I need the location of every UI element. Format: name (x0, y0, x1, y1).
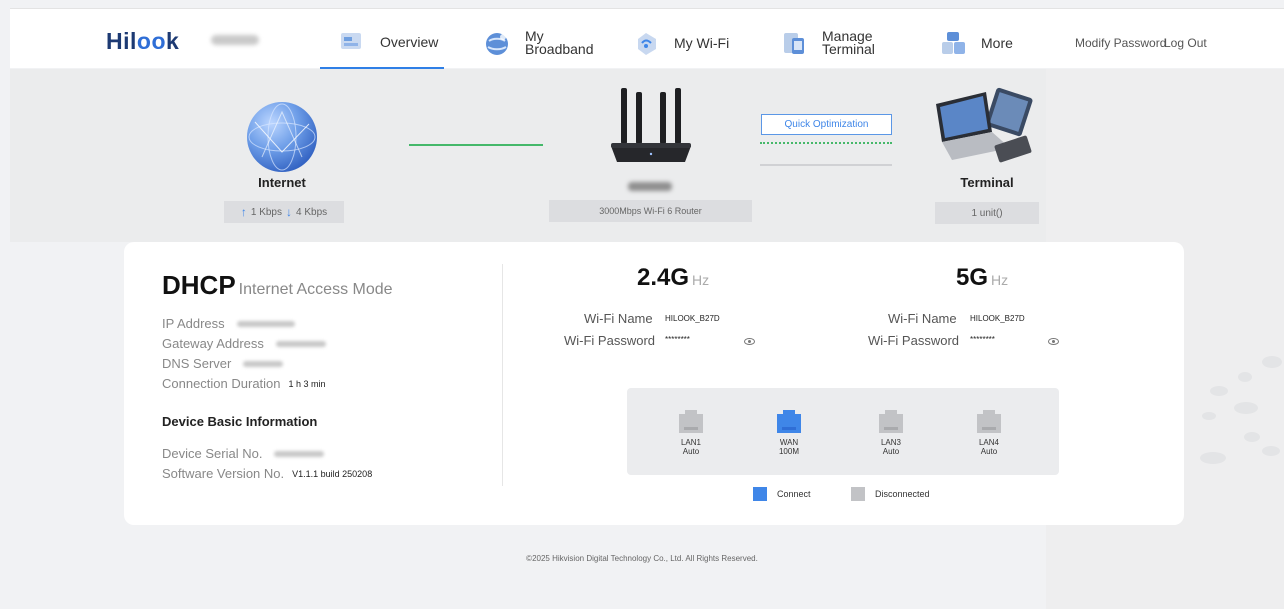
router-description: 3000Mbps Wi-Fi 6 Router (549, 200, 752, 222)
internet-label: Internet (258, 175, 306, 190)
wifi24-password-label: Wi-Fi Password (564, 333, 656, 348)
port-wan: WAN 100M (773, 408, 805, 456)
terminal-count[interactable]: 1 unit() (935, 202, 1039, 224)
wifi-link-dotted-line (760, 142, 892, 144)
upload-arrow-icon: ↑ (240, 205, 247, 219)
internet-link-line (409, 144, 543, 146)
wifi5-name-value: HILOOK_B27D (970, 314, 1025, 323)
overview-icon (338, 28, 366, 56)
access-mode-value: DHCP (162, 270, 236, 300)
dns-row: DNS Server (162, 356, 284, 371)
upload-speed: 1 Kbps (250, 206, 282, 218)
terminal-icon (780, 29, 808, 57)
decor-bubble (1244, 432, 1260, 442)
terminal-label: Terminal (960, 175, 1014, 190)
software-row: Software Version No. V1.1.1 build 250208 (162, 466, 373, 481)
download-arrow-icon: ↓ (286, 205, 292, 219)
decor-bubble (1200, 452, 1226, 464)
nav-overview[interactable]: Overview (320, 17, 444, 69)
legend-disconnected: Disconnected (851, 487, 930, 501)
copyright-footer: ©2025 Hikvision Digital Technology Co., … (526, 554, 758, 563)
nav-more[interactable]: More (939, 17, 1013, 69)
connect-swatch (753, 487, 767, 501)
ethernet-port-icon (774, 408, 804, 435)
decor-bubble (1262, 446, 1280, 456)
serial-redacted (274, 450, 325, 457)
model-name-redacted (211, 35, 259, 45)
internet-globe-icon (247, 102, 317, 172)
nav-my-wifi[interactable]: My Wi-Fi (632, 17, 729, 69)
decor-bubble (1234, 402, 1258, 414)
wired-link-line (760, 164, 892, 166)
internet-speed: ↑ 1 Kbps ↓ 4 Kbps (224, 201, 344, 223)
ethernet-port-icon (676, 408, 706, 435)
port-lan4: LAN4 Auto (973, 408, 1005, 456)
wifi24-name-label: Wi-Fi Name (584, 311, 653, 326)
decor-bubble (1238, 372, 1252, 382)
port-panel: LAN1 Auto WAN 100M LAN3 Auto LAN4 Auto (627, 388, 1059, 475)
top-header: Hilook Overview My Broadband My Wi-Fi Ma… (10, 8, 1284, 69)
terminal-devices-icon (928, 86, 1038, 166)
ethernet-port-icon (876, 408, 906, 435)
topology-area (10, 69, 1046, 242)
decor-bubble (1202, 412, 1216, 420)
quick-optimization-button[interactable]: Quick Optimization (761, 114, 892, 135)
show-password-eye-icon[interactable] (744, 338, 755, 345)
show-password-eye-icon[interactable] (1048, 338, 1059, 345)
ip-redacted (236, 320, 295, 327)
port-lan1: LAN1 Auto (675, 408, 707, 456)
log-out-link[interactable]: Log Out (1164, 36, 1207, 50)
wifi5-password-label: Wi-Fi Password (868, 333, 960, 348)
duration-row: Connection Duration 1 h 3 min (162, 376, 326, 391)
dns-redacted (243, 360, 284, 367)
ip-address-row: IP Address (162, 316, 295, 331)
nav-manage-terminal[interactable]: Manage Terminal (780, 17, 875, 69)
port-lan3: LAN3 Auto (875, 408, 907, 456)
hilook-logo: Hilook (106, 28, 180, 54)
disconnected-swatch (851, 487, 865, 501)
router-icon (609, 88, 693, 166)
more-icon (939, 29, 967, 57)
band-24g-title: 2.4G Hz (637, 264, 710, 291)
device-info-title: Device Basic Information (162, 414, 318, 429)
decor-bubble (1210, 386, 1228, 396)
access-mode: DHCP Internet Access Mode (162, 270, 393, 301)
legend-connect: Connect (753, 487, 811, 501)
ethernet-port-icon (974, 408, 1004, 435)
nav-my-broadband[interactable]: My Broadband (483, 17, 594, 69)
gateway-row: Gateway Address (162, 336, 326, 351)
access-mode-label: Internet Access Mode (238, 281, 393, 298)
status-card: DHCP Internet Access Mode IP Address Gate… (124, 242, 1184, 525)
wifi24-password-value: ******** (665, 335, 690, 344)
globe-icon (483, 29, 511, 57)
wifi5-password-value: ******** (970, 335, 995, 344)
wifi24-name-value: HILOOK_B27D (665, 314, 720, 323)
decor-bubble (1262, 356, 1282, 368)
gateway-redacted (275, 340, 326, 347)
download-speed: 4 Kbps (296, 206, 328, 218)
serial-row: Device Serial No. (162, 446, 325, 461)
band-5g-title: 5G Hz (956, 264, 1009, 291)
wifi-icon (632, 29, 660, 57)
router-name-redacted (628, 182, 672, 191)
card-divider (502, 264, 503, 486)
modify-password-link[interactable]: Modify Password (1075, 36, 1166, 50)
wifi5-name-label: Wi-Fi Name (888, 311, 957, 326)
